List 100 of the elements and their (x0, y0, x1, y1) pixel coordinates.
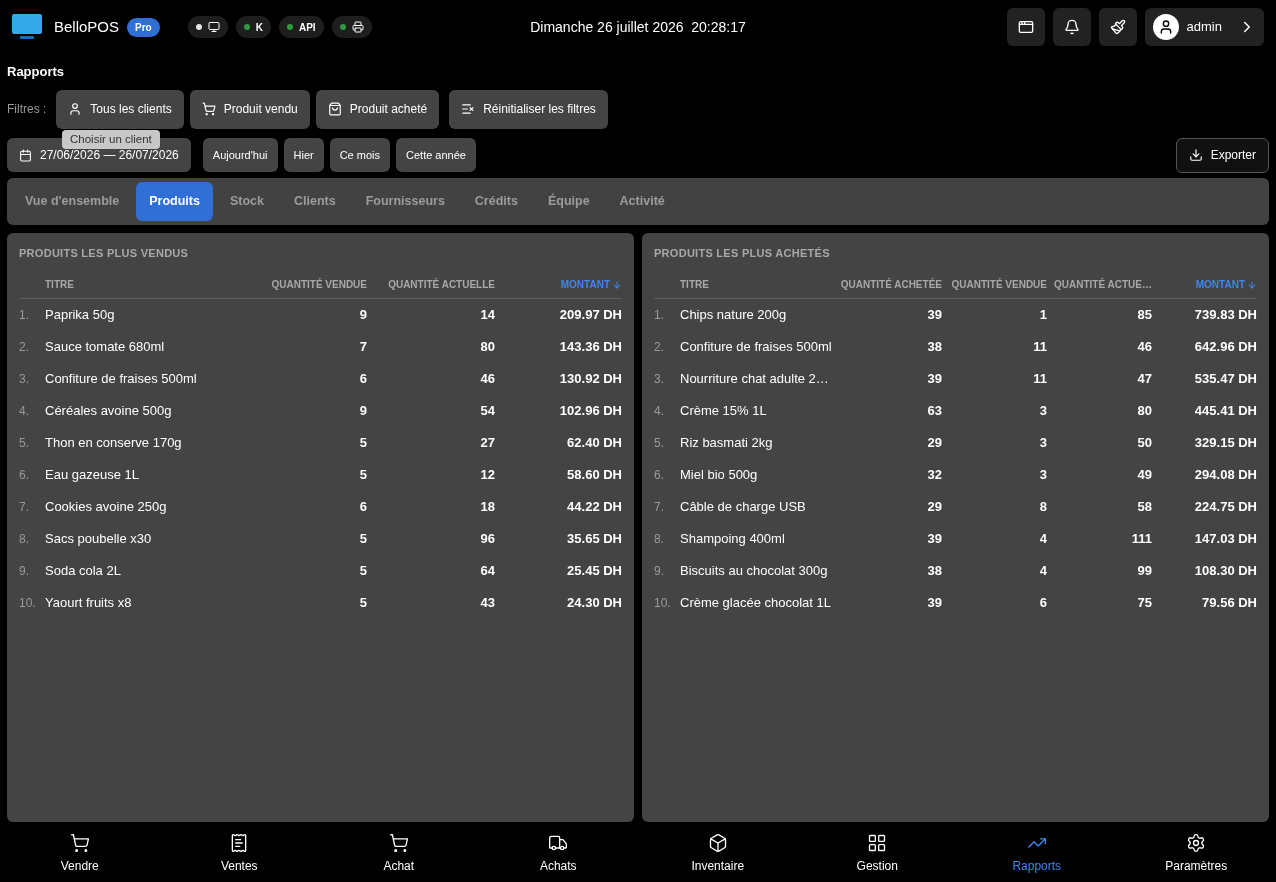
table-cell: 39 (927, 307, 942, 323)
column-header[interactable]: QUANTITÉ ACTUELLE (388, 277, 495, 292)
brush-button[interactable] (1098, 8, 1137, 46)
row-number: 1. (654, 308, 664, 323)
quick-date-button[interactable]: Hier (283, 138, 324, 172)
table-cell: 39 (927, 371, 942, 387)
column-header[interactable]: TITRE (680, 277, 709, 292)
cart-icon (69, 833, 90, 853)
nav-item[interactable]: Vendre (0, 826, 160, 882)
export-button[interactable]: Exporter (1175, 137, 1269, 173)
notifications-button[interactable] (1052, 8, 1091, 46)
table-cell: 642.96 DH (1194, 339, 1257, 355)
table-cell: Biscuits au chocolat 300g (680, 563, 828, 579)
column-header[interactable]: QUANTITÉ ACHETÉE (840, 277, 942, 292)
table-cell: Riz basmati 2kg (680, 435, 773, 451)
table-cell: 329.15 DH (1194, 435, 1257, 451)
table-cell: 224.75 DH (1194, 499, 1257, 515)
table-cell: Sacs poubelle x30 (45, 531, 152, 547)
row-number: 8. (19, 532, 29, 547)
window-button[interactable] (1006, 8, 1045, 46)
table-cell: 12 (480, 467, 495, 483)
row-number: 5. (654, 436, 664, 451)
nav-item[interactable]: Ventes (159, 826, 319, 882)
tab[interactable]: Produits (136, 181, 213, 221)
nav-item[interactable]: Paramètres (1116, 826, 1276, 882)
nav-item[interactable]: Inventaire (638, 826, 798, 882)
table-cell: Eau gazeuse 1L (45, 467, 139, 483)
quick-date-button[interactable]: Cette année (396, 138, 476, 172)
printer-icon (351, 21, 364, 33)
tab[interactable]: Vue d'ensemble (12, 181, 133, 221)
row-number: 10. (19, 596, 36, 611)
table-cell: 27 (480, 435, 495, 451)
table-cell: Crème glacée chocolat 1L (680, 595, 832, 611)
user-menu-button[interactable]: admin (1144, 8, 1264, 46)
filters-label: Filtres : (7, 101, 47, 118)
nav-item[interactable]: Rapports (957, 826, 1117, 882)
app-name: BelloPOS (54, 16, 120, 37)
row-number: 10. (654, 596, 671, 611)
table-cell: 64 (480, 563, 495, 579)
column-header[interactable]: TITRE (45, 277, 74, 292)
table-cell: Paprika 50g (45, 307, 115, 323)
table-cell: 29 (927, 435, 942, 451)
row-number: 2. (19, 340, 29, 355)
table-cell: Shampoing 400ml (680, 531, 785, 547)
tab[interactable]: Activité (606, 181, 678, 221)
table-cell: 3 (1039, 403, 1047, 419)
row-number: 8. (654, 532, 664, 547)
tab[interactable]: Crédits (461, 181, 531, 221)
table-cell: Thon en conserve 170g (45, 435, 182, 451)
row-number: 4. (654, 404, 664, 419)
table-cell: 9 (359, 403, 367, 419)
table-cell: Chips nature 200g (680, 307, 787, 323)
table-cell: 147.03 DH (1194, 531, 1257, 547)
table-cell: 58.60 DH (567, 467, 622, 483)
quick-date-button[interactable]: Aujourd'hui (202, 138, 278, 172)
tab[interactable]: Équipe (534, 181, 603, 221)
row-number: 7. (654, 500, 664, 515)
table-cell: 5 (359, 595, 367, 611)
box-icon (707, 833, 728, 853)
column-header[interactable]: QUANTITÉ VENDUE (271, 277, 367, 292)
table-cell: 46 (480, 371, 495, 387)
table-cell: 32 (927, 467, 942, 483)
row-number: 5. (19, 436, 29, 451)
tab[interactable]: Fournisseurs (352, 181, 458, 221)
table-cell: 54 (480, 403, 495, 419)
nav-item[interactable]: Achat (319, 826, 479, 882)
bag-icon (327, 102, 342, 116)
filter-button[interactable]: Réinitialiser les filtres (449, 89, 608, 129)
row-number: 6. (654, 468, 664, 483)
table-cell: Miel bio 500g (680, 467, 758, 483)
filter-button[interactable]: Produit acheté (315, 89, 440, 129)
status-label: K (255, 20, 263, 35)
table-cell: 5 (359, 467, 367, 483)
column-header[interactable]: QUANTITÉ ACTUE… (1054, 277, 1152, 292)
table-cell: 6 (359, 499, 367, 515)
monitor-icon (207, 21, 220, 33)
plan-badge: Pro (127, 17, 160, 37)
table-cell: 39 (927, 595, 942, 611)
row-number: 7. (19, 500, 29, 515)
tab[interactable]: Clients (280, 181, 349, 221)
nav-item[interactable]: Achats (478, 826, 638, 882)
table-cell: Nourriture chat adulte 2… (680, 371, 829, 387)
nav-item[interactable]: Gestion (797, 826, 957, 882)
filter-button[interactable]: Tous les clients (56, 89, 184, 129)
table-cell: 79.56 DH (1202, 595, 1257, 611)
row-number: 9. (19, 564, 29, 579)
column-header[interactable]: QUANTITÉ VENDUE (951, 277, 1047, 292)
quick-date-button[interactable]: Ce mois (329, 138, 390, 172)
table-cell: 130.92 DH (559, 371, 622, 387)
table-cell: 535.47 DH (1194, 371, 1257, 387)
monitor-logo-icon (12, 14, 42, 40)
table-cell: Confiture de fraises 500ml (45, 371, 197, 387)
table-cell: 11 (1033, 339, 1047, 355)
tab[interactable]: Stock (216, 181, 277, 221)
table-cell: 49 (1137, 467, 1152, 483)
truck-icon (548, 833, 569, 853)
filter-button[interactable]: Produit vendu (189, 89, 310, 129)
table-cell: 3 (1039, 467, 1047, 483)
table-cell: 63 (927, 403, 942, 419)
download-icon (1188, 148, 1203, 162)
